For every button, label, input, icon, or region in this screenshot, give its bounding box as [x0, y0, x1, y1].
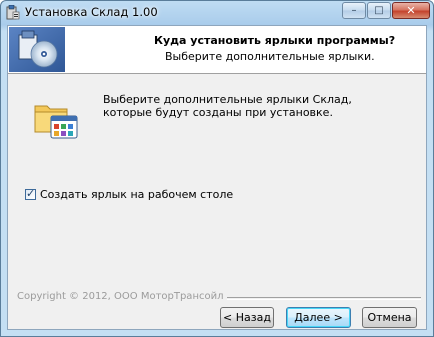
back-button[interactable]: < Назад: [220, 307, 274, 328]
header-subtitle: Выберите дополнительные ярлыки.: [165, 50, 375, 63]
installer-app-icon: [6, 5, 20, 20]
close-icon: ✕: [406, 4, 416, 17]
cancel-button[interactable]: Отмена: [362, 307, 417, 328]
checkmark-icon: ✓: [26, 187, 36, 200]
desktop-shortcut-label[interactable]: Создать ярлык на рабочем столе: [40, 188, 233, 201]
next-button[interactable]: Далее >: [286, 307, 351, 328]
maximize-icon: □: [374, 5, 384, 16]
folder-with-shortcuts-icon: [34, 105, 78, 139]
copyright-text: Copyright © 2012, ООО МоторТрансойл: [17, 291, 228, 302]
footer-divider: Copyright © 2012, ООО МоторТрансойл: [17, 291, 421, 303]
setup-banner-icon: [9, 27, 65, 72]
window-title: Установка Склад 1.00: [25, 5, 158, 19]
title-bar[interactable]: Установка Склад 1.00 – □ ✕: [1, 1, 433, 25]
wizard-header: Куда установить ярлыки программы? Выбери…: [8, 26, 426, 74]
desktop-shortcut-checkbox[interactable]: ✓: [25, 187, 36, 200]
maximize-button[interactable]: □: [367, 2, 391, 19]
close-button[interactable]: ✕: [392, 2, 430, 19]
minimize-icon: –: [351, 5, 357, 16]
wizard-client-area: Куда установить ярлыки программы? Выбери…: [7, 25, 427, 330]
desktop-shortcut-option[interactable]: ✓ Создать ярлык на рабочем столе: [25, 187, 233, 201]
minimize-button[interactable]: –: [342, 2, 366, 19]
header-title: Куда установить ярлыки программы?: [154, 34, 396, 47]
page-description: Выберите дополнительные ярлыки Склад, ко…: [103, 93, 352, 119]
installer-window: Установка Склад 1.00 – □ ✕ Куда установи…: [0, 0, 434, 337]
